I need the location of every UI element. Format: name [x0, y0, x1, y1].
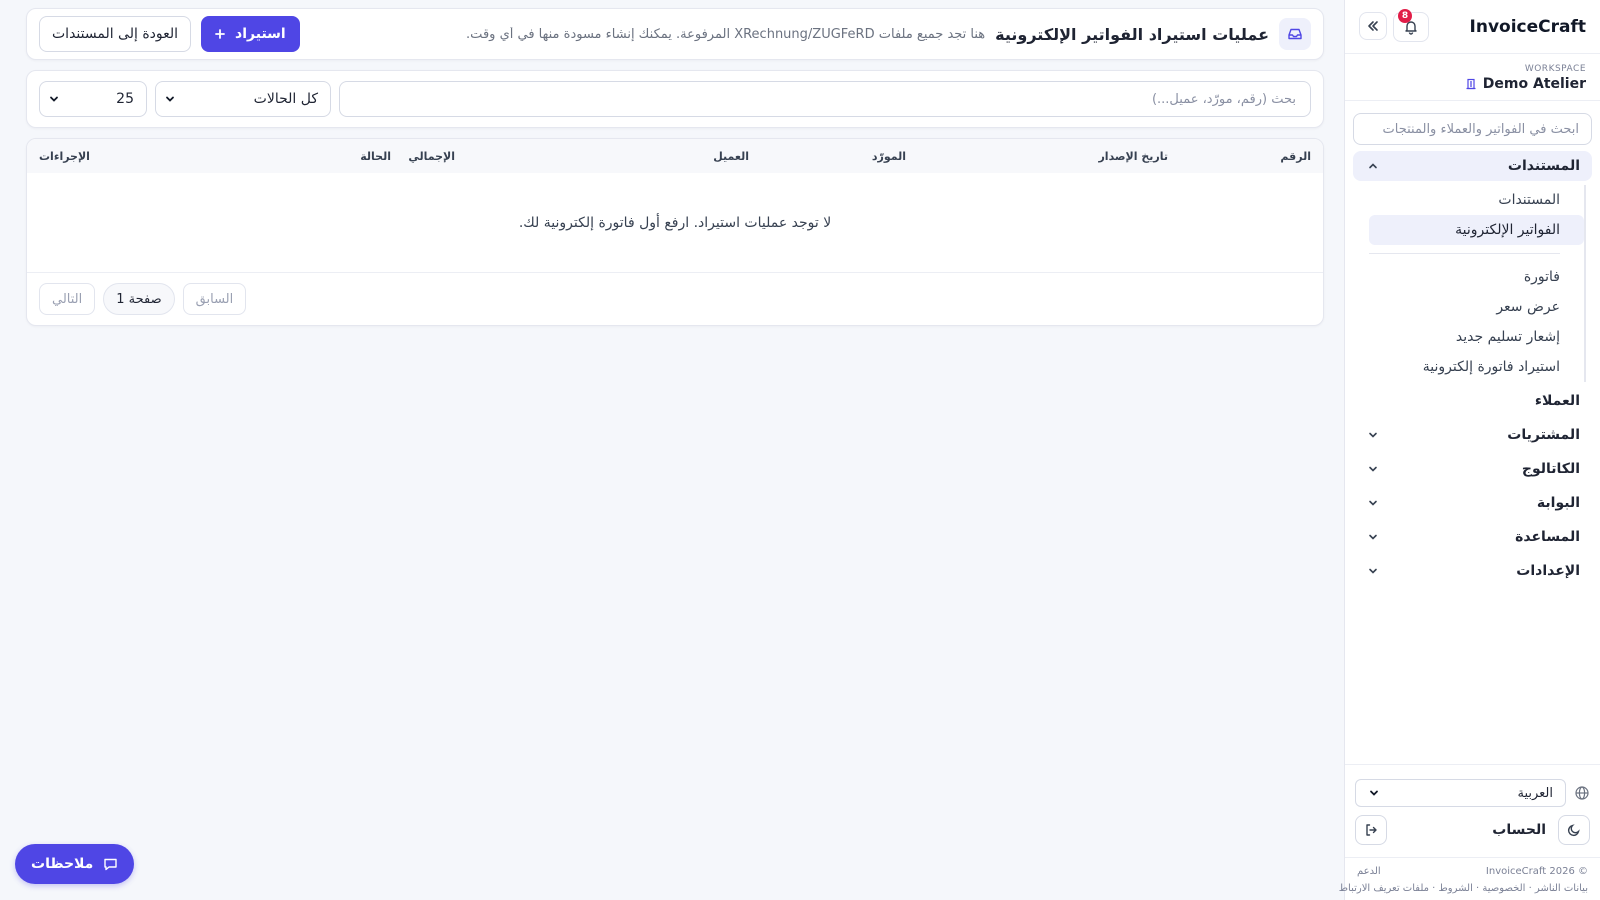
account-link[interactable]: الحساب — [1395, 822, 1550, 838]
inbox-icon-wrap — [1279, 18, 1311, 50]
nav-section-label: المستندات — [1507, 158, 1580, 174]
nav-section-portal[interactable]: البوابة — [1353, 488, 1592, 518]
chevron-down-icon — [1370, 790, 1378, 796]
globe-icon — [1575, 786, 1589, 800]
language-value: العربية — [1517, 785, 1553, 801]
sidebar-item-documents[interactable]: المستندات — [1369, 185, 1584, 215]
logout-icon — [1366, 824, 1377, 836]
column-header-number[interactable]: الرقم — [1280, 150, 1311, 163]
workspace-name: Demo Atelier — [1482, 76, 1586, 92]
table-header: الرقم تاريخ الإصدار المورّد العميل الإجم… — [27, 139, 1323, 173]
sidebar-item-einvoices[interactable]: الفواتير الإلكترونية — [1369, 215, 1584, 245]
moon-icon — [1567, 824, 1580, 837]
feedback-button[interactable]: ملاحظات — [15, 844, 135, 884]
column-header-customer[interactable]: العميل — [713, 150, 749, 163]
page-title: عمليات استيراد الفواتير الإلكترونية — [995, 24, 1269, 44]
sidebar-search-input[interactable]: ابحث في الفواتير والعملاء والمنتجات — [1353, 113, 1592, 145]
collapse-sidebar-button[interactable] — [1359, 11, 1387, 40]
import-button[interactable]: استيراد — [201, 16, 300, 52]
nav-section-purchases[interactable]: المشتريات — [1353, 420, 1592, 450]
theme-toggle-button[interactable] — [1558, 815, 1590, 845]
page-size-value: 25 — [116, 91, 134, 107]
feedback-label: ملاحظات — [31, 856, 94, 872]
page-size-select[interactable]: 25 — [39, 81, 147, 117]
sidebar-search-placeholder: ابحث في الفواتير والعملاء والمنتجات — [1382, 121, 1579, 137]
column-header-status[interactable]: الحالة — [360, 150, 391, 163]
chevron-down-icon — [1369, 534, 1377, 540]
building-icon — [1466, 78, 1476, 90]
page-description: هنا تجد جميع ملفات XRechnung/ZUGFeRD الم… — [466, 26, 986, 42]
plus-icon — [215, 29, 225, 39]
nav-section-customers[interactable]: العملاء — [1353, 386, 1592, 416]
sidebar-item-delivery-note[interactable]: إشعار تسليم جديد — [1369, 322, 1584, 352]
footer-legal-links[interactable]: بيانات الناشر · الخصوصية · الشروط · ملفا… — [1339, 883, 1588, 894]
column-header-total[interactable]: الإجمالي — [408, 150, 455, 163]
sidebar-header-icons: 8 — [1359, 8, 1429, 42]
imports-table: الرقم تاريخ الإصدار المورّد العميل الإجم… — [26, 138, 1324, 326]
nav-section-label: الكاتالوج — [1521, 461, 1580, 477]
inbox-icon — [1288, 28, 1302, 40]
chevron-down-icon — [166, 96, 174, 102]
sidebar-bottom: العربية الحساب © 2026 InvoiceCraft الدعم… — [1339, 764, 1600, 900]
sidebar-item-quote[interactable]: عرض سعر — [1369, 292, 1584, 322]
nav-section-documents[interactable]: المستندات — [1353, 151, 1592, 181]
sidebar-header: InvoiceCraft 8 — [1345, 0, 1600, 54]
status-filter-value: كل الحالات — [253, 91, 318, 107]
language-row: العربية — [1345, 765, 1600, 815]
pagination: السابق صفحة 1 التالي — [27, 273, 1323, 325]
column-header-supplier[interactable]: المورّد — [872, 150, 906, 163]
logout-button[interactable] — [1355, 815, 1387, 845]
nav-section-label: المشتريات — [1507, 427, 1580, 443]
filter-bar: بحث (رقم، مورّد، عميل...) كل الحالات 25 — [26, 70, 1324, 128]
imports-search-input[interactable]: بحث (رقم، مورّد، عميل...) — [339, 81, 1311, 117]
nav-section-help[interactable]: المساعدة — [1353, 522, 1592, 552]
workspace-label: WORKSPACE — [1524, 64, 1586, 74]
back-to-documents-button[interactable]: العودة إلى المستندات — [39, 16, 192, 52]
sidebar: InvoiceCraft 8 WORKSPACE Demo Atelier اب… — [1339, 0, 1600, 900]
double-chevron-icon — [1368, 20, 1378, 31]
column-header-issue-date[interactable]: تاريخ الإصدار — [1098, 150, 1168, 163]
footer-support-link[interactable]: الدعم — [1357, 866, 1381, 877]
nav-section-label: المساعدة — [1515, 529, 1580, 545]
chevron-down-icon — [1369, 500, 1377, 506]
footer-copyright: © 2026 InvoiceCraft — [1485, 866, 1588, 877]
nav-section-label: الإعدادات — [1516, 563, 1580, 579]
column-header-actions: الإجراءات — [39, 150, 90, 163]
page-header: عمليات استيراد الفواتير الإلكترونية هنا … — [26, 8, 1324, 60]
nav-section-label: البوابة — [1536, 495, 1580, 511]
nav-section-settings[interactable]: الإعدادات — [1353, 556, 1592, 586]
subnav-divider — [1369, 253, 1560, 254]
nav-section-label: العملاء — [1534, 393, 1580, 409]
account-row: الحساب — [1345, 815, 1600, 857]
message-icon — [104, 858, 118, 870]
chevron-down-icon — [1369, 432, 1377, 438]
chevron-down-icon — [1369, 466, 1377, 472]
import-button-label: استيراد — [235, 26, 286, 42]
sidebar-item-import-einvoice[interactable]: استيراد فاتورة إلكترونية — [1369, 352, 1584, 382]
sidebar-footer: © 2026 InvoiceCraft الدعم بيانات الناشر … — [1339, 857, 1600, 900]
empty-state-message: لا توجد عمليات استيراد. ارفع أول فاتورة … — [27, 173, 1323, 273]
notifications-button[interactable]: 8 — [1393, 8, 1429, 42]
workspace-switcher[interactable]: WORKSPACE Demo Atelier — [1345, 54, 1600, 101]
brand-logo[interactable]: InvoiceCraft — [1470, 17, 1586, 37]
sidebar-item-invoice[interactable]: فاتورة — [1369, 262, 1584, 292]
chevron-down-icon — [50, 96, 58, 102]
status-filter-select[interactable]: كل الحالات — [155, 81, 331, 117]
chevron-up-icon — [1369, 163, 1377, 169]
language-select[interactable]: العربية — [1355, 779, 1566, 807]
chevron-down-icon — [1369, 568, 1377, 574]
notification-badge: 8 — [1398, 8, 1412, 23]
main-content: عمليات استيراد الفواتير الإلكترونية هنا … — [26, 0, 1324, 326]
documents-subnav: المستندات الفواتير الإلكترونية فاتورة عر… — [1359, 185, 1586, 382]
next-page-button[interactable]: التالي — [39, 283, 96, 315]
previous-page-button[interactable]: السابق — [182, 283, 247, 315]
current-page-indicator: صفحة 1 — [103, 283, 175, 315]
imports-search-placeholder: بحث (رقم، مورّد، عميل...) — [1151, 91, 1296, 107]
workspace-name-row: Demo Atelier — [1359, 76, 1586, 92]
nav-section-catalog[interactable]: الكاتالوج — [1353, 454, 1592, 484]
